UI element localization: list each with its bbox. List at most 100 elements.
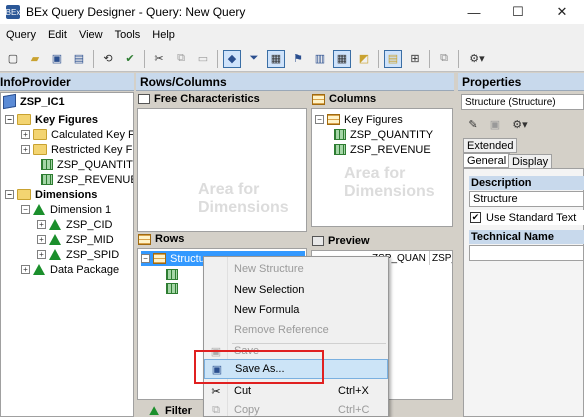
toolbar-separator (144, 49, 145, 68)
tree-root-label: ZSP_IC1 (20, 95, 65, 108)
technical-name-field[interactable] (469, 245, 584, 261)
collapse-icon[interactable]: − (5, 190, 14, 199)
columns-kf1[interactable]: ZSP_QUANTITY (334, 127, 433, 142)
check-icon[interactable]: ✔ (121, 50, 139, 68)
description-field[interactable]: Structure (469, 191, 584, 207)
tree-kf2[interactable]: ZSP_REVENUE (41, 172, 133, 187)
tools-icon[interactable]: ⚙▾ (464, 50, 490, 68)
expand-icon[interactable]: + (21, 130, 30, 139)
toolbar: ▢ ▰ ▣ ▤ ⟲ ✔ ✂ ⧉ ▭ ◆ ⏷ ▦ ⚑ ▥ ▦ ◩ ▤ ⊞ ⧉ ⚙▾ (0, 46, 584, 72)
tree-key-figures[interactable]: − Key Figures (5, 112, 98, 127)
new-icon[interactable]: ▢ (4, 50, 22, 68)
maximize-button[interactable]: ☐ (496, 0, 540, 24)
rows-columns-icon[interactable]: ▦ (267, 49, 285, 68)
menu-item-label: Remove Reference (234, 324, 329, 336)
collapse-icon[interactable]: − (141, 254, 150, 263)
expand-icon[interactable]: + (37, 250, 46, 259)
tree-d2[interactable]: + ZSP_MID (37, 232, 114, 247)
tab-general[interactable]: General (463, 153, 511, 168)
rows-child[interactable] (166, 281, 182, 296)
copy-icon: ⧉ (212, 403, 220, 416)
menu-query[interactable]: Query (0, 29, 42, 41)
menu-item-cut[interactable]: ✂ Cut Ctrl+X (204, 381, 388, 401)
tools-icon[interactable]: ⚙▾ (508, 115, 532, 133)
tab-extended[interactable]: Extended (463, 138, 518, 153)
use-standard-text-label: Use Standard Text (486, 211, 577, 224)
cut-icon[interactable]: ✂ (150, 50, 168, 68)
tree-label: Dimension 1 (50, 203, 112, 216)
tree-kf1[interactable]: ZSP_QUANTITY (41, 157, 134, 172)
save-icon[interactable]: ▣ (48, 50, 66, 68)
tree-d1[interactable]: + ZSP_CID (37, 217, 112, 232)
paste-icon[interactable]: ▭ (194, 50, 212, 68)
tree-calculated[interactable]: + Calculated Key F (21, 127, 133, 142)
expand-icon[interactable]: + (37, 220, 46, 229)
columns-area[interactable]: − Key Figures ZSP_QUANTITY ZSP_REVENUE A… (311, 108, 453, 227)
collapse-icon[interactable]: − (315, 115, 324, 124)
properties-icon[interactable]: ⊞ (406, 50, 424, 68)
tree-dimensions[interactable]: − Dimensions (5, 187, 97, 202)
toolbar-separator (458, 49, 459, 68)
menu-help[interactable]: Help (146, 29, 181, 41)
expand-icon[interactable]: + (21, 145, 30, 154)
filter-icon[interactable]: ⏷ (245, 50, 263, 68)
flag-icon[interactable]: ⚑ (289, 50, 307, 68)
filter-tab[interactable]: Filter (148, 403, 192, 417)
menu-item-label: Cut (234, 385, 252, 397)
menu-tools[interactable]: Tools (109, 29, 147, 41)
tree-label: Dimensions (35, 188, 98, 201)
save-all-icon[interactable]: ▤ (70, 50, 88, 68)
save-icon[interactable]: ▣ (486, 115, 504, 133)
tree-root[interactable]: ZSP_IC1 (3, 93, 65, 110)
rows-header: Rows (138, 231, 306, 247)
open-icon[interactable]: ▰ (26, 50, 44, 68)
copy-icon[interactable]: ⧉ (172, 50, 190, 68)
refresh-icon[interactable]: ⟲ (99, 50, 117, 68)
edit-icon[interactable]: ✎ (464, 115, 482, 133)
columns-kf2[interactable]: ZSP_REVENUE (334, 142, 431, 157)
tree-data-package[interactable]: + Data Package (21, 262, 119, 277)
tree-label: ZSP_CID (66, 218, 113, 231)
expand-icon[interactable]: + (37, 235, 46, 244)
columns-key-figures[interactable]: − Key Figures (315, 112, 403, 127)
free-characteristics-area[interactable]: Area for Dimensions (137, 108, 307, 232)
use-standard-text-checkbox[interactable]: ✔ Use Standard Text (470, 210, 584, 225)
cells-icon[interactable]: ▤ (384, 49, 402, 68)
checkbox-icon[interactable]: ✔ (470, 212, 481, 223)
description-label: Description (469, 176, 584, 190)
tab-display[interactable]: Display (508, 154, 553, 169)
preview-header: Preview (312, 233, 452, 249)
minimize-button[interactable]: — (452, 0, 496, 24)
rows-child[interactable] (166, 267, 182, 282)
menu-item-copy[interactable]: ⧉ Copy Ctrl+C (204, 400, 388, 417)
menu-item-new-formula[interactable]: New Formula (204, 300, 388, 320)
infoprovider-tree: ZSP_IC1 − Key Figures + Calculated Key F… (0, 92, 134, 417)
menu-item-new-selection[interactable]: New Selection (204, 280, 388, 300)
conditions-icon[interactable]: ◩ (355, 50, 373, 68)
menu-edit[interactable]: Edit (42, 29, 73, 41)
close-button[interactable]: ✕ (540, 0, 584, 24)
menu-item-new-structure[interactable]: New Structure (204, 259, 388, 279)
structure-icon (153, 253, 166, 264)
technical-name-label-text: Technical Name (471, 231, 554, 243)
tree-d3[interactable]: + ZSP_SPID (37, 247, 119, 262)
messages-icon[interactable]: ⧉ (435, 50, 453, 68)
tree-label: ZSP_QUANTITY (57, 158, 134, 171)
rows-columns-title: Rows/Columns (140, 74, 227, 89)
table-view-icon[interactable]: ▦ (333, 49, 351, 68)
tree-dimension1[interactable]: − Dimension 1 (21, 202, 111, 217)
menu-view[interactable]: View (73, 29, 109, 41)
characteristic-icon (49, 218, 62, 231)
expand-icon[interactable]: + (21, 265, 30, 274)
collapse-icon[interactable]: − (21, 205, 30, 214)
dimension-icon (33, 263, 46, 276)
collapse-icon[interactable]: − (5, 115, 14, 124)
properties-selector[interactable]: Structure (Structure) (461, 94, 584, 110)
structure-icon (327, 114, 340, 125)
exceptions-icon[interactable]: ▥ (311, 50, 329, 68)
tree-restricted[interactable]: + Restricted Key F (21, 142, 132, 157)
characteristic-icon (49, 248, 62, 261)
cube-icon[interactable]: ◆ (223, 49, 241, 68)
menu-item-remove-reference[interactable]: Remove Reference (204, 320, 388, 340)
folder-icon (33, 144, 47, 155)
